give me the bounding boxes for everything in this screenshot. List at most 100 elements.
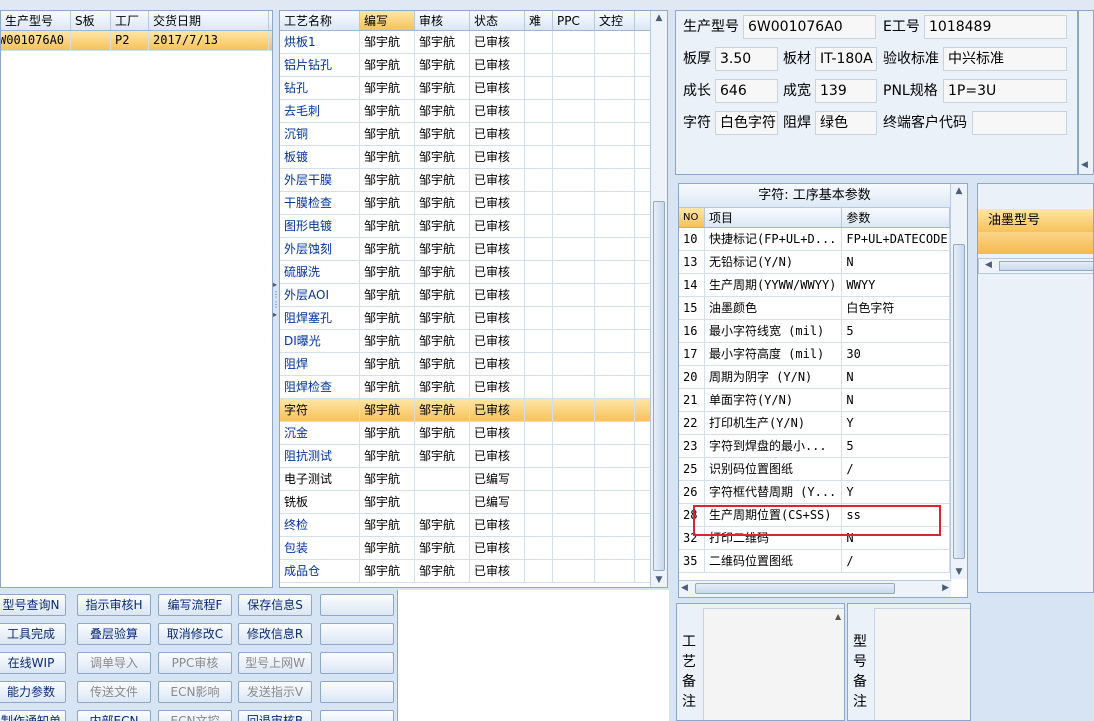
param-cell[interactable]: Y (842, 412, 950, 434)
splitter-handle[interactable]: ▸ ⋮ ⋮ ▸ (272, 280, 278, 340)
scroll-up-icon[interactable]: ▲ (651, 11, 667, 25)
table-row[interactable]: 10 快捷标记(FP+UL+D... FP+UL+DATECODE (679, 228, 950, 251)
params-col-header[interactable]: NO (679, 208, 705, 227)
table-row[interactable]: 沉金 邹宇航 邹宇航 已审核 (280, 422, 667, 445)
table-row[interactable]: 电子测试 邹宇航 已编写 (280, 468, 667, 491)
action-button[interactable]: 调单导入 (77, 652, 151, 674)
table-row[interactable]: 外层AOI 邹宇航 邹宇航 已审核 (280, 284, 667, 307)
action-button[interactable]: 修改信息R (238, 623, 312, 645)
mask-field[interactable]: 绿色 (815, 111, 877, 135)
param-cell[interactable]: FP+UL+DATECODE (842, 228, 950, 250)
action-button[interactable] (320, 681, 394, 703)
table-row[interactable]: 16 最小字符线宽 (mil) 5 (679, 320, 950, 343)
process-col-header[interactable]: 编写 (360, 11, 415, 30)
table-row[interactable]: 23 字符到焊盘的最小... 5 (679, 435, 950, 458)
action-button[interactable]: 制作通知单 (0, 710, 66, 721)
order-col-header[interactable]: 工厂 (111, 11, 149, 30)
param-cell[interactable]: N (842, 389, 950, 411)
action-button[interactable]: ECN影响 (158, 681, 232, 703)
table-row[interactable]: W001076A0 P2 2017/7/13 (1, 31, 272, 51)
table-row[interactable]: 硫脲洗 邹宇航 邹宇航 已审核 (280, 261, 667, 284)
table-row[interactable]: 阻抗测试 邹宇航 邹宇航 已审核 (280, 445, 667, 468)
param-cell[interactable]: Y (842, 481, 950, 503)
length-field[interactable]: 646 (715, 79, 778, 103)
table-row[interactable]: 干膜检查 邹宇航 邹宇航 已审核 (280, 192, 667, 215)
params-col-header[interactable]: 项目 (705, 208, 843, 227)
params-hscroll-thumb[interactable] (695, 583, 895, 594)
param-cell[interactable]: WWYY (842, 274, 950, 296)
action-button[interactable]: PPC审核 (158, 652, 232, 674)
table-row[interactable]: 钻孔 邹宇航 邹宇航 已审核 (280, 77, 667, 100)
e-no-field[interactable]: 1018489 (924, 15, 1067, 39)
params-scroll-left-icon[interactable]: ◀ (681, 583, 688, 593)
process-notes-field[interactable] (703, 608, 844, 720)
table-row[interactable]: 外层干膜 邹宇航 邹宇航 已审核 (280, 169, 667, 192)
action-button[interactable]: ECN文控 (158, 710, 232, 721)
action-button[interactable]: 取消修改C (158, 623, 232, 645)
table-row[interactable]: 铣板 邹宇航 已编写 (280, 491, 667, 514)
process-list-scrollbar[interactable]: ▲ ▼ (650, 11, 667, 587)
table-row[interactable]: 外层蚀刻 邹宇航 邹宇航 已审核 (280, 238, 667, 261)
table-row[interactable]: 35 二维码位置图纸 / (679, 550, 950, 573)
table-row[interactable]: 20 周期为阴字 (Y/N) N (679, 366, 950, 389)
action-button[interactable]: 工具完成 (0, 623, 66, 645)
action-button[interactable]: 型号上网W (238, 652, 312, 674)
char-field[interactable]: 白色字符 (715, 111, 778, 135)
process-col-header[interactable]: 难 (525, 11, 553, 30)
params-col-header[interactable]: 参数 (842, 208, 950, 227)
customer-code-field[interactable] (972, 111, 1067, 135)
table-row[interactable]: 烘板1 邹宇航 邹宇航 已审核 (280, 31, 667, 54)
action-button[interactable] (320, 652, 394, 674)
action-button[interactable]: 指示审核H (77, 594, 151, 616)
notes-scroll-up-icon[interactable]: ▲ (835, 612, 841, 621)
params-scroll-up-icon[interactable]: ▲ (951, 184, 967, 198)
ink-hscroll-thumb[interactable] (999, 261, 1093, 271)
scroll-left-icon[interactable]: ◀ (1081, 160, 1088, 170)
table-row[interactable]: 字符 邹宇航 邹宇航 已审核 (280, 399, 667, 422)
standard-field[interactable]: 中兴标准 (943, 47, 1067, 71)
table-row[interactable]: 14 生产周期(YYWW/WWYY) WWYY (679, 274, 950, 297)
order-col-header[interactable]: 交货日期 (149, 11, 269, 30)
action-button[interactable]: 编写流程F (158, 594, 232, 616)
action-button[interactable] (320, 594, 394, 616)
table-row[interactable]: 15 油墨颜色 白色字符 (679, 297, 950, 320)
param-cell[interactable]: 白色字符 (842, 297, 950, 319)
model-notes-field[interactable] (874, 608, 970, 720)
table-row[interactable]: 成品仓 邹宇航 邹宇航 已审核 (280, 560, 667, 583)
process-col-header[interactable]: 文控 (595, 11, 635, 30)
param-cell[interactable]: 30 (842, 343, 950, 365)
table-row[interactable]: 22 打印机生产(Y/N) Y (679, 412, 950, 435)
action-button[interactable] (320, 710, 394, 721)
scroll-thumb[interactable] (653, 201, 665, 571)
table-row[interactable]: 25 识别码位置图纸 / (679, 458, 950, 481)
scroll-down-icon[interactable]: ▼ (651, 573, 667, 587)
table-row[interactable]: 沉铜 邹宇航 邹宇航 已审核 (280, 123, 667, 146)
width-field[interactable]: 139 (815, 79, 877, 103)
action-button[interactable]: 内部ECN (77, 710, 151, 721)
process-col-header[interactable]: 审核 (415, 11, 470, 30)
table-row[interactable]: 包装 邹宇航 邹宇航 已审核 (280, 537, 667, 560)
table-row[interactable]: 铝片钻孔 邹宇航 邹宇航 已审核 (280, 54, 667, 77)
table-row[interactable]: 17 最小字符高度 (mil) 30 (679, 343, 950, 366)
param-cell[interactable]: N (842, 366, 950, 388)
params-scroll-thumb[interactable] (953, 244, 965, 559)
table-row[interactable]: 图形电镀 邹宇航 邹宇航 已审核 (280, 215, 667, 238)
table-row[interactable]: DI曝光 邹宇航 邹宇航 已审核 (280, 330, 667, 353)
process-col-header[interactable]: 工艺名称 (280, 11, 360, 30)
table-row[interactable]: 21 单面字符(Y/N) N (679, 389, 950, 412)
process-col-header[interactable]: 状态 (470, 11, 525, 30)
action-button[interactable]: 回退审核B (238, 710, 312, 721)
param-cell[interactable]: / (842, 550, 950, 572)
params-hscroll[interactable]: ◀ ▶ (679, 580, 951, 597)
ink-model-row[interactable] (978, 232, 1093, 254)
order-col-header[interactable]: 生产型号 (1, 11, 71, 30)
action-button[interactable]: 发送指示V (238, 681, 312, 703)
params-scroll-down-icon[interactable]: ▼ (951, 565, 967, 579)
table-row[interactable]: 终检 邹宇航 邹宇航 已审核 (280, 514, 667, 537)
thickness-field[interactable]: 3.50 (715, 47, 778, 71)
param-cell[interactable]: 5 (842, 320, 950, 342)
action-button[interactable]: 叠层验算 (77, 623, 151, 645)
table-row[interactable]: 板镀 邹宇航 邹宇航 已审核 (280, 146, 667, 169)
pnl-field[interactable]: 1P=3U (943, 79, 1067, 103)
action-button[interactable]: 能力参数 (0, 681, 66, 703)
